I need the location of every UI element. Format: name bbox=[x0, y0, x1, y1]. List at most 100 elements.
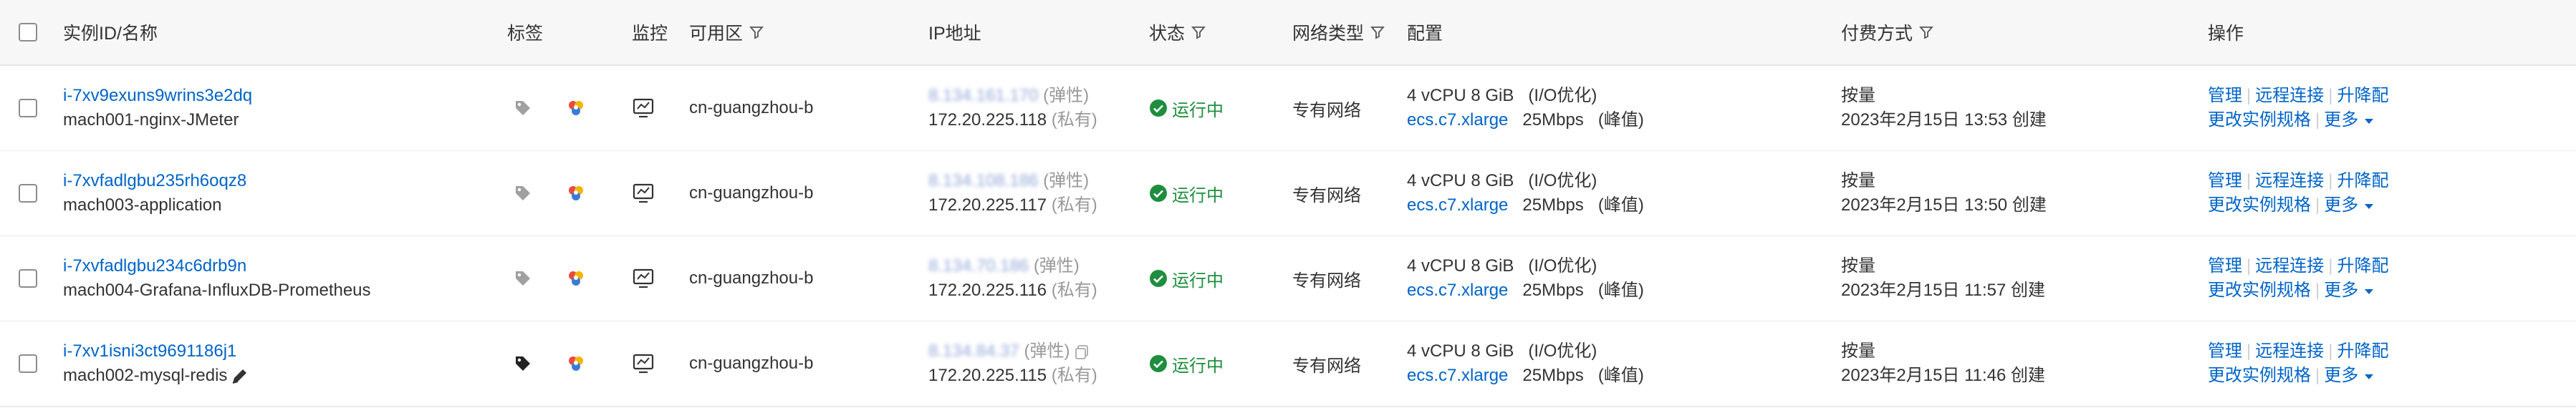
instance-name-text: mach001-nginx-JMeter bbox=[63, 110, 239, 130]
manage-link[interactable]: 管理 bbox=[2208, 256, 2242, 276]
instance-name-text: mach003-application bbox=[63, 195, 222, 215]
spec-text: 4 vCPU 8 GiB bbox=[1407, 341, 1514, 361]
filter-icon[interactable] bbox=[749, 24, 764, 40]
change-spec-link[interactable]: 更改实例规格 bbox=[2208, 281, 2311, 300]
manage-link[interactable]: 管理 bbox=[2208, 171, 2242, 190]
zone-cell: cn-guangzhou-b bbox=[689, 354, 814, 373]
monitor-icon[interactable] bbox=[632, 349, 655, 379]
filter-icon[interactable] bbox=[1370, 24, 1385, 40]
config-cell: 4 vCPU 8 GiB (I/O优化) ecs.c7.xlarge 25Mbp… bbox=[1407, 66, 1644, 150]
colorful-tag-icon[interactable] bbox=[566, 349, 586, 379]
change-spec-link[interactable]: 更改实例规格 bbox=[2208, 366, 2311, 385]
billing-cell: 按量 2023年2月15日 11:46 创建 bbox=[1841, 321, 2045, 406]
remote-connect-link[interactable]: 远程连接 bbox=[2255, 256, 2324, 276]
more-dropdown[interactable]: 更多 bbox=[2324, 281, 2375, 300]
private-ip-tag: (私有) bbox=[1051, 366, 1097, 385]
instance-type-link[interactable]: ecs.c7.xlarge bbox=[1407, 281, 1508, 300]
monitor-icon[interactable] bbox=[632, 263, 655, 293]
public-ip: 8.134.84.37 (弹性) bbox=[928, 339, 1097, 364]
instance-id-link[interactable]: i-7xv1isni3ct9691186j1 bbox=[63, 339, 249, 364]
actions-line-2: 更改实例规格 | 更多 bbox=[2208, 278, 2388, 303]
row-checkbox[interactable] bbox=[19, 354, 37, 373]
colorful-tag-icon[interactable] bbox=[566, 93, 586, 123]
resize-link[interactable]: 升降配 bbox=[2337, 86, 2388, 105]
public-ip-value[interactable]: 8.134.70.186 bbox=[928, 256, 1029, 276]
actions-cell: 管理 | 远程连接 | 升降配 更改实例规格 | 更多 bbox=[2208, 236, 2388, 321]
public-ip-value[interactable]: 8.134.161.170 bbox=[928, 86, 1038, 105]
caret-down-icon bbox=[2363, 372, 2375, 381]
resize-link[interactable]: 升降配 bbox=[2337, 256, 2388, 276]
copy-icon[interactable] bbox=[1074, 344, 1090, 360]
billing-cell: 按量 2023年2月15日 13:50 创建 bbox=[1841, 151, 2047, 235]
row-checkbox[interactable] bbox=[19, 269, 37, 288]
edit-icon[interactable] bbox=[230, 367, 249, 386]
header-network: 网络类型 bbox=[1292, 0, 1385, 64]
header-zone: 可用区 bbox=[689, 0, 764, 64]
select-all-checkbox[interactable] bbox=[19, 23, 37, 42]
network-type: 专有网络 bbox=[1292, 271, 1361, 291]
header-tags: 标签 bbox=[507, 24, 544, 44]
private-ip-value: 172.20.225.116 bbox=[928, 281, 1047, 300]
caret-down-icon bbox=[2363, 202, 2375, 210]
check-circle-icon bbox=[1149, 354, 1168, 373]
status-badge: 运行中 bbox=[1149, 236, 1224, 321]
filter-icon[interactable] bbox=[1191, 24, 1206, 40]
remote-connect-link[interactable]: 远程连接 bbox=[2255, 341, 2324, 361]
header-ip: IP地址 bbox=[928, 24, 981, 44]
row-checkbox[interactable] bbox=[19, 99, 37, 117]
more-dropdown[interactable]: 更多 bbox=[2324, 110, 2375, 130]
type-line: ecs.c7.xlarge 25Mbps (峰值) bbox=[1407, 193, 1644, 218]
status-text: 运行中 bbox=[1172, 271, 1224, 291]
network-type: 专有网络 bbox=[1292, 185, 1361, 205]
private-ip: 172.20.225.115 (私有) bbox=[928, 364, 1097, 388]
resize-link[interactable]: 升降配 bbox=[2337, 171, 2388, 190]
instance-id-link[interactable]: i-7xvfadlgbu235rh6oqz8 bbox=[63, 169, 246, 193]
manage-link[interactable]: 管理 bbox=[2208, 341, 2242, 361]
actions-line-1: 管理 | 远程连接 | 升降配 bbox=[2208, 171, 2389, 190]
tag-icon[interactable] bbox=[513, 263, 533, 293]
more-dropdown[interactable]: 更多 bbox=[2324, 195, 2375, 215]
public-ip-value[interactable]: 8.134.84.37 bbox=[928, 341, 1019, 361]
instance-id-link[interactable]: i-7xv9exuns9wrins3e2dq bbox=[63, 84, 252, 108]
monitor-icon[interactable] bbox=[632, 93, 655, 123]
actions-cell: 管理 | 远程连接 | 升降配 更改实例规格 | 更多 bbox=[2208, 151, 2388, 235]
filter-icon[interactable] bbox=[1918, 24, 1934, 40]
manage-link[interactable]: 管理 bbox=[2208, 86, 2242, 105]
resize-link[interactable]: 升降配 bbox=[2337, 341, 2388, 361]
public-ip: 8.134.70.186 (弹性) bbox=[928, 254, 1097, 278]
zone-cell: cn-guangzhou-b bbox=[689, 98, 814, 117]
network-type: 专有网络 bbox=[1292, 356, 1361, 376]
tag-icon[interactable] bbox=[513, 93, 533, 123]
status-text: 运行中 bbox=[1172, 356, 1224, 376]
row-checkbox[interactable] bbox=[19, 184, 37, 203]
remote-connect-link[interactable]: 远程连接 bbox=[2255, 86, 2324, 105]
colorful-tag-icon[interactable] bbox=[566, 178, 586, 208]
colorful-tag-icon[interactable] bbox=[566, 263, 586, 293]
header-zone-label: 可用区 bbox=[689, 24, 744, 44]
instance-id-link[interactable]: i-7xvfadlgbu234c6drb9n bbox=[63, 254, 371, 278]
bandwidth-text: 25Mbps bbox=[1522, 110, 1584, 130]
public-ip-tag: (弹性) bbox=[1043, 171, 1090, 190]
spec-line: 4 vCPU 8 GiB (I/O优化) bbox=[1407, 84, 1644, 108]
table-row: i-7xv9exuns9wrins3e2dq mach001-nginx-JMe… bbox=[0, 66, 2576, 152]
billing-type: 按量 bbox=[1841, 256, 1875, 276]
io-text: (I/O优化) bbox=[1528, 86, 1597, 105]
change-spec-link[interactable]: 更改实例规格 bbox=[2208, 195, 2311, 215]
tag-icon[interactable] bbox=[513, 178, 533, 208]
instance-type-link[interactable]: ecs.c7.xlarge bbox=[1407, 366, 1508, 385]
more-dropdown[interactable]: 更多 bbox=[2324, 366, 2375, 385]
instance-type-link[interactable]: ecs.c7.xlarge bbox=[1407, 110, 1508, 130]
remote-connect-link[interactable]: 远程连接 bbox=[2255, 171, 2324, 190]
spec-line: 4 vCPU 8 GiB (I/O优化) bbox=[1407, 254, 1644, 278]
ip-cell: 8.134.70.186 (弹性) 172.20.225.116 (私有) bbox=[928, 236, 1097, 321]
monitor-icon[interactable] bbox=[632, 178, 655, 208]
change-spec-link[interactable]: 更改实例规格 bbox=[2208, 110, 2311, 130]
io-text: (I/O优化) bbox=[1528, 341, 1597, 361]
tag-icon[interactable] bbox=[513, 349, 533, 379]
spec-text: 4 vCPU 8 GiB bbox=[1407, 256, 1514, 276]
private-ip: 172.20.225.117 (私有) bbox=[928, 193, 1097, 218]
status-text: 运行中 bbox=[1172, 100, 1224, 120]
instance-type-link[interactable]: ecs.c7.xlarge bbox=[1407, 195, 1508, 215]
private-ip-value: 172.20.225.118 bbox=[928, 110, 1047, 130]
public-ip-value[interactable]: 8.134.108.186 bbox=[928, 171, 1038, 190]
